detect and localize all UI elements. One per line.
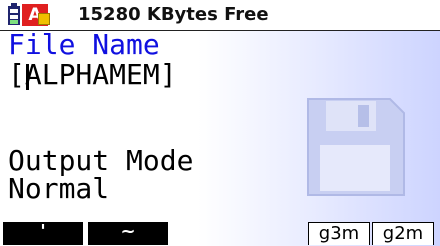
text-cursor — [26, 64, 29, 90]
output-mode-heading: Output Mode — [8, 144, 194, 177]
calculator-screen: A 15280 KBytes Free File Name [ALPHAMEM]… — [0, 0, 440, 246]
floppy-disk-icon — [307, 98, 405, 196]
battery-icon — [8, 3, 20, 25]
alpha-lock-icon — [38, 13, 50, 25]
status-bar: A 15280 KBytes Free — [0, 0, 440, 31]
f2-tilde-key[interactable]: ~ — [88, 222, 168, 245]
file-name-heading: File Name — [8, 28, 160, 61]
free-memory-text: 15280 KBytes Free — [78, 4, 269, 25]
function-key-bar: ' ~ g3m g2m — [0, 219, 440, 246]
f5-g3m-key[interactable]: g3m — [308, 222, 370, 245]
f6-g2m-key[interactable]: g2m — [372, 222, 434, 245]
f1-apostrophe-key[interactable]: ' — [3, 222, 83, 245]
output-mode-value[interactable]: Normal — [8, 175, 109, 203]
file-name-input[interactable]: [ALPHAMEM] — [8, 61, 177, 89]
